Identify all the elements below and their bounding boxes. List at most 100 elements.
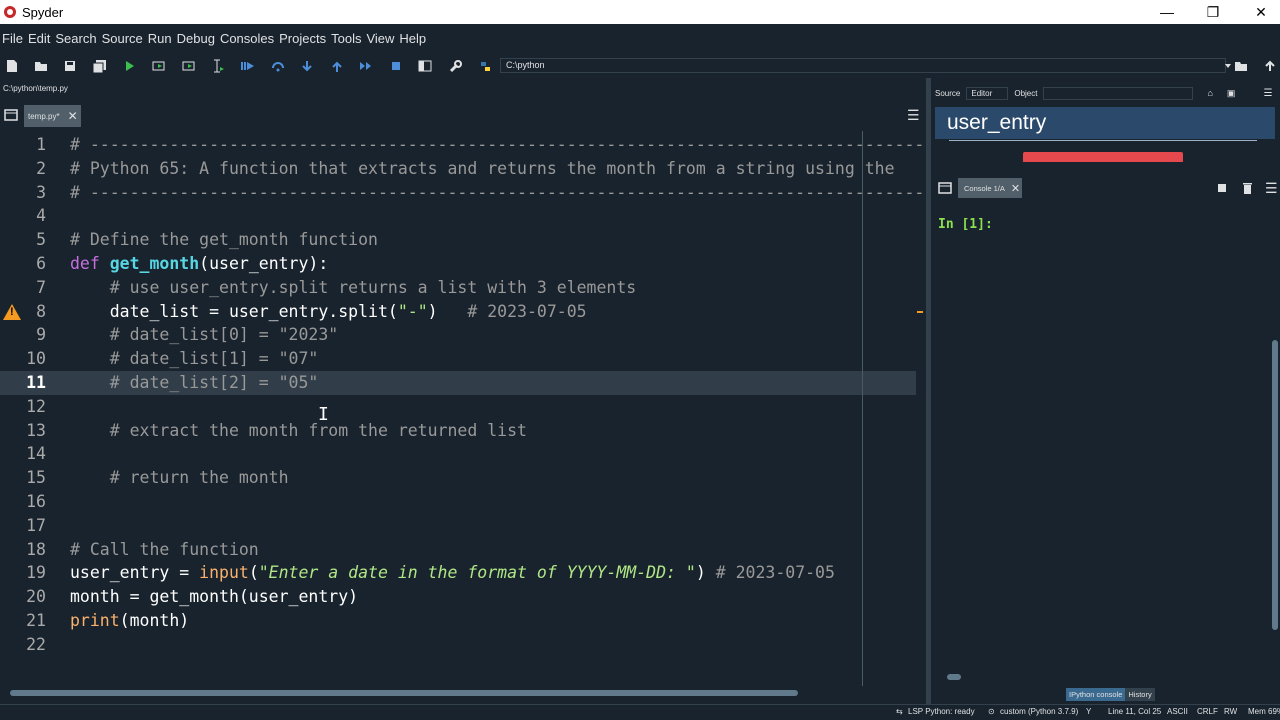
- debug-file-icon[interactable]: [240, 58, 256, 74]
- tab-ipython-console[interactable]: IPython console: [1066, 688, 1126, 701]
- git-branch-icon: Y: [1086, 707, 1092, 716]
- code-line-7: # use user_entry.split returns a list wi…: [70, 277, 637, 297]
- function-params: (user_entry):: [199, 254, 329, 273]
- line-number: 9: [36, 325, 46, 345]
- help-options-menu-icon[interactable]: ☰: [1263, 88, 1272, 99]
- tab-console[interactable]: Console 1/A ✕: [958, 178, 1022, 198]
- code-segment: ): [427, 301, 438, 321]
- interrupt-kernel-icon[interactable]: [1214, 180, 1230, 196]
- lock-icon[interactable]: ▣: [1227, 88, 1236, 99]
- help-toolbar: Source Editor Object ⌂ ▣ ☰: [931, 84, 1280, 102]
- preferences-wrench-icon[interactable]: [447, 58, 463, 74]
- run-selection-icon[interactable]: [210, 58, 226, 74]
- conda-env-icon: ⊙: [988, 707, 995, 716]
- step-into-icon[interactable]: [299, 58, 315, 74]
- clear-console-trash-icon[interactable]: [1239, 180, 1255, 196]
- help-object-title: user_entry: [935, 107, 1275, 139]
- stop-debug-icon[interactable]: [388, 58, 404, 74]
- python-path-icon[interactable]: [477, 58, 493, 74]
- line-number: 2: [36, 158, 46, 178]
- menu-view[interactable]: View: [366, 31, 394, 46]
- scrollbar-thumb[interactable]: [10, 690, 798, 696]
- home-icon[interactable]: ⌂: [1207, 88, 1212, 98]
- close-console-tab-icon[interactable]: ✕: [1011, 182, 1020, 195]
- code-line-13: # extract the month from the returned li…: [70, 420, 527, 440]
- browse-tabs-icon[interactable]: [3, 107, 19, 123]
- step-over-icon[interactable]: [270, 58, 286, 74]
- title-bar: Spyder: [0, 0, 1280, 24]
- code-line-6: def get_month(user_entry):: [70, 252, 328, 276]
- line-number: 17: [26, 515, 46, 535]
- python-env-status[interactable]: custom (Python 3.7.9): [1000, 707, 1078, 716]
- line-number: 4: [36, 206, 46, 226]
- code-line-10: # date_list[1] = "07": [70, 349, 319, 369]
- menu-file[interactable]: File: [2, 31, 23, 46]
- window-title: Spyder: [22, 4, 64, 20]
- console-horizontal-scrollbar[interactable]: [945, 673, 1270, 681]
- menu-edit[interactable]: Edit: [28, 31, 50, 46]
- working-directory-input[interactable]: C:\python: [500, 58, 1226, 73]
- close-tab-icon[interactable]: ✕: [68, 109, 78, 123]
- console-tab-label: Console 1/A: [964, 183, 1005, 193]
- menu-run[interactable]: Run: [148, 31, 172, 46]
- builtin-print: print: [70, 611, 120, 630]
- tab-temp-py[interactable]: temp.py* ✕: [24, 105, 81, 127]
- source-label: Source: [935, 88, 961, 98]
- maximize-button[interactable]: ❐: [1190, 0, 1236, 24]
- parent-directory-icon[interactable]: [1262, 58, 1278, 74]
- cursor-position: Line 11, Col 25: [1108, 707, 1162, 716]
- open-file-icon[interactable]: [33, 58, 49, 74]
- run-cell-advance-icon[interactable]: [181, 58, 197, 74]
- help-red-banner: [1023, 152, 1183, 162]
- step-return-icon[interactable]: [329, 58, 345, 74]
- minimize-button[interactable]: —: [1144, 0, 1190, 24]
- menu-search[interactable]: Search: [55, 31, 96, 46]
- line-number: 21: [26, 611, 46, 630]
- menu-consoles[interactable]: Consoles: [220, 31, 274, 46]
- maximize-pane-icon[interactable]: [417, 58, 433, 74]
- menu-tools[interactable]: Tools: [331, 31, 361, 46]
- memory-usage: Mem 69%: [1248, 707, 1280, 716]
- editor-horizontal-scrollbar[interactable]: [8, 689, 918, 697]
- line-number: 14: [26, 444, 46, 464]
- browse-console-tabs-icon[interactable]: [937, 180, 953, 196]
- code-line-3: # --------------------------------------…: [70, 182, 925, 202]
- menu-debug[interactable]: Debug: [177, 31, 215, 46]
- code-editor[interactable]: 1 # -------------------------------------…: [0, 131, 924, 686]
- source-select[interactable]: Editor: [966, 86, 1009, 100]
- close-window-button[interactable]: ✕: [1238, 0, 1280, 24]
- line-number: 20: [26, 587, 46, 607]
- object-label: Object: [1014, 88, 1038, 98]
- code-line-2: # Python 65: A function that extracts an…: [70, 158, 895, 178]
- editor-options-menu-icon[interactable]: ☰: [907, 107, 920, 124]
- new-file-icon[interactable]: [4, 58, 20, 74]
- code-segment: (: [248, 563, 259, 583]
- mouse-ibeam-cursor-icon: I: [318, 404, 329, 425]
- line-number: 12: [26, 396, 46, 416]
- console-scrollbar-thumb[interactable]: [947, 674, 961, 680]
- menu-projects[interactable]: Projects: [279, 31, 326, 46]
- tab-history[interactable]: History: [1125, 688, 1155, 701]
- run-icon[interactable]: [122, 58, 138, 74]
- console-options-menu-icon[interactable]: ☰: [1265, 180, 1278, 197]
- save-icon[interactable]: [62, 58, 78, 74]
- code-line-21: print(month): [70, 609, 189, 633]
- save-all-icon[interactable]: [92, 58, 108, 74]
- menu-help[interactable]: Help: [399, 31, 426, 46]
- run-cell-icon[interactable]: [151, 58, 167, 74]
- code-line-8: date_list = user_entry.split("-") # 2023…: [70, 300, 587, 324]
- file-permissions: RW: [1224, 707, 1238, 716]
- console-vertical-scrollbar[interactable]: [1272, 340, 1278, 630]
- line-number: 13: [26, 420, 46, 440]
- line-number: 1: [36, 135, 46, 154]
- editor-file-path: C:\python\temp.py: [3, 84, 68, 93]
- code-line-9: # date_list[0] = "2023": [70, 325, 339, 345]
- inline-comment: # 2023-07-05: [437, 301, 587, 321]
- browse-directory-icon[interactable]: [1233, 58, 1249, 74]
- code-segment: user_entry =: [70, 563, 200, 583]
- menu-source[interactable]: Source: [102, 31, 143, 46]
- continue-icon[interactable]: [358, 58, 374, 74]
- inline-comment: # 2023-07-05: [715, 563, 835, 583]
- ipython-console[interactable]: [933, 202, 1273, 672]
- object-input[interactable]: [1043, 86, 1194, 100]
